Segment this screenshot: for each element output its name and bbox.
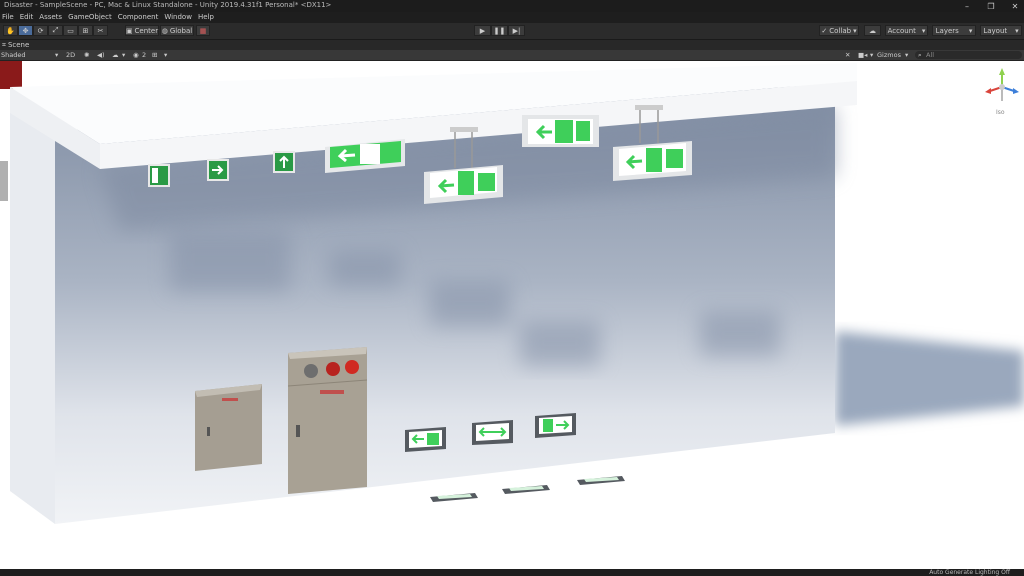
tab-scene[interactable]: ⌗ Scene <box>2 40 29 50</box>
mode-2d-toggle[interactable]: 2D <box>66 51 75 59</box>
gizmo-view-label: Iso <box>996 109 1005 116</box>
menu-component[interactable]: Component <box>116 12 163 23</box>
step-icon: ▶| <box>512 26 521 35</box>
pause-button[interactable]: ❚❚ <box>491 25 508 36</box>
pivot-icon: ▣ <box>125 26 133 35</box>
audio-icon[interactable]: ◀) <box>97 51 105 59</box>
orientation-gizmo[interactable] <box>985 68 1019 101</box>
play-button[interactable]: ▶ <box>474 25 491 36</box>
scene-tab-label: Scene <box>7 41 30 49</box>
exit-sign-low <box>472 420 513 445</box>
chevron-down-icon: ▾ <box>164 51 168 59</box>
ground-shadow <box>835 331 1024 426</box>
layout-dropdown[interactable]: Layout ▾ <box>980 25 1022 36</box>
scene-tab-icon: ⌗ <box>2 40 6 49</box>
cloud-icon: ☁ <box>869 26 876 35</box>
gizmos-dropdown[interactable]: Gizmos <box>877 51 901 59</box>
collab-dropdown[interactable]: ✓ Collab ▾ <box>819 25 859 36</box>
close-icon[interactable]: ✕ <box>1010 2 1020 11</box>
electrical-panel-small <box>195 384 262 471</box>
chevron-down-icon: ▾ <box>921 26 926 35</box>
move-tool-icon[interactable]: ✥ <box>18 25 33 36</box>
title-bar: Disaster - SampleScene - PC, Mac & Linux… <box>0 0 1024 12</box>
chevron-down-icon: ▾ <box>1015 26 1019 35</box>
chevron-down-icon: ▾ <box>968 26 973 35</box>
menu-bar: File Edit Assets GameObject Component Wi… <box>0 12 1024 23</box>
globe-icon: ◍ <box>161 26 168 35</box>
floor-guidance-lights <box>430 476 625 502</box>
small-arrow-sign <box>273 151 295 173</box>
exit-sign-low <box>405 427 446 452</box>
fire-hydrant-cabinet <box>287 347 368 494</box>
window-controls: – ❐ ✕ <box>962 0 1020 12</box>
menu-gameobject[interactable]: GameObject <box>66 12 116 23</box>
menu-window[interactable]: Window <box>162 12 196 23</box>
account-dropdown[interactable]: Account ▾ <box>885 25 928 36</box>
menu-assets[interactable]: Assets <box>37 12 66 23</box>
custom-tool-icon[interactable]: ✂ <box>93 25 108 36</box>
shading-mode-dropdown[interactable]: Shaded <box>1 51 25 59</box>
hidden-objects-count: 2 <box>142 51 147 59</box>
menu-edit[interactable]: Edit <box>18 12 38 23</box>
exit-sign-low <box>535 413 576 438</box>
collab-check-icon: ✓ <box>821 26 828 35</box>
chevron-down-icon: ▾ <box>55 51 59 59</box>
hand-tool-icon[interactable]: ✋ <box>3 25 18 36</box>
small-exit-sign <box>148 164 170 187</box>
cloud-button[interactable]: ☁ <box>864 25 881 36</box>
chevron-down-icon: ▾ <box>870 51 874 59</box>
scene-viewport[interactable]: Iso <box>0 61 1024 569</box>
wall-side <box>10 101 55 524</box>
pivot-label: Center <box>134 26 159 35</box>
menu-file[interactable]: File <box>0 12 18 23</box>
camera-icon[interactable]: ■◂ <box>858 51 867 59</box>
exit-sign-hanging <box>522 115 599 147</box>
offscreen-object <box>0 161 8 201</box>
rect-tool-icon[interactable]: ▭ <box>63 25 78 36</box>
space-global-button[interactable]: ◍ Global <box>160 25 194 36</box>
chevron-down-icon: ▾ <box>122 51 126 59</box>
layout-label: Layout <box>983 26 1008 35</box>
play-icon: ▶ <box>479 26 486 35</box>
pivot-center-button[interactable]: ▣ Center <box>125 25 159 36</box>
status-bar: Auto Generate Lighting Off <box>0 569 1024 576</box>
grid-snap-icon: ▦ <box>199 26 207 35</box>
menu-help[interactable]: Help <box>196 12 218 23</box>
search-placeholder: All <box>926 51 935 59</box>
scene-search-input[interactable]: ⌕ All <box>915 51 1022 59</box>
scene-tab-strip: ⌗ Scene <box>0 40 1024 50</box>
minimize-icon[interactable]: – <box>962 2 972 11</box>
step-button[interactable]: ▶| <box>508 25 525 36</box>
offscreen-object <box>0 61 22 89</box>
maximize-icon[interactable]: ❐ <box>986 2 996 11</box>
scene-view-bar: Shaded ▾ 2D ✺ ◀) ☁ ▾ ◉ 2 ⊞ ▾ ✕ ■◂ ▾ Gizm… <box>0 50 1024 61</box>
tools-icon[interactable]: ✕ <box>845 51 850 59</box>
account-label: Account <box>887 26 916 35</box>
chevron-down-icon: ▾ <box>905 51 909 59</box>
lighting-status: Auto Generate Lighting Off <box>929 569 1010 576</box>
grid-snap-button[interactable]: ▦ <box>196 25 210 36</box>
hidden-objects-icon[interactable]: ◉ <box>133 51 139 59</box>
main-toolbar: ✋ ✥ ⟳ ⤢ ▭ ⊞ ✂ ▣ Center ◍ Global ▦ ▶ ❚❚ ▶… <box>0 23 1024 40</box>
small-exit-sign <box>207 159 229 181</box>
scene-render <box>0 61 1024 524</box>
layers-dropdown[interactable]: Layers ▾ <box>932 25 976 36</box>
rotate-tool-icon[interactable]: ⟳ <box>33 25 48 36</box>
search-icon: ⌕ <box>918 51 922 59</box>
grid-toggle-icon[interactable]: ⊞ <box>152 51 157 59</box>
transform-tools: ✋ ✥ ⟳ ⤢ ▭ ⊞ ✂ <box>3 25 108 36</box>
chevron-down-icon: ▾ <box>853 26 857 35</box>
transform-tool-icon[interactable]: ⊞ <box>78 25 93 36</box>
layers-label: Layers <box>935 26 959 35</box>
pause-icon: ❚❚ <box>493 26 506 35</box>
window-title: Disaster - SampleScene - PC, Mac & Linux… <box>4 1 332 9</box>
effects-icon[interactable]: ☁ <box>112 51 119 59</box>
scale-tool-icon[interactable]: ⤢ <box>48 25 63 36</box>
collab-label: Collab <box>829 26 852 35</box>
space-label: Global <box>169 26 193 35</box>
lighting-icon[interactable]: ✺ <box>84 51 89 59</box>
